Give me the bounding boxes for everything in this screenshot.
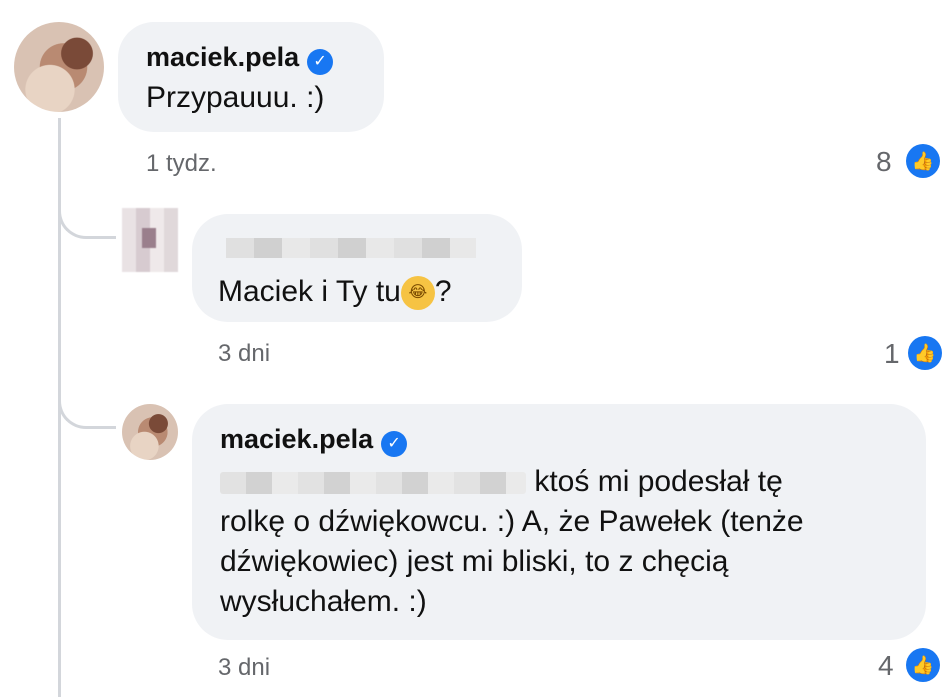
avatar[interactable] xyxy=(122,208,178,272)
thumbs-up-icon[interactable]: 👍 xyxy=(908,336,942,370)
comment-line: ktoś mi podesłał tę xyxy=(534,465,783,498)
comment-author[interactable]: maciek.pela xyxy=(146,42,299,72)
blurred-mention xyxy=(220,472,526,495)
like-count[interactable]: 4 xyxy=(878,650,894,682)
comment-author[interactable]: maciek.pela xyxy=(220,424,373,454)
comment-time[interactable]: 1 tydz. xyxy=(146,150,217,178)
comment-bubble: maciek.pela ✓ ktoś mi podesłał tę rolkę o… xyxy=(192,404,926,640)
thumbs-up-icon[interactable]: 👍 xyxy=(906,648,940,682)
like-count[interactable]: 8 xyxy=(876,146,892,178)
comment-line: wysłuchałem. :) xyxy=(220,585,427,618)
comment-text: Przypauuu. :) xyxy=(146,81,325,114)
face-with-tears-of-joy-icon: 😂 xyxy=(400,276,435,311)
like-count[interactable]: 1 xyxy=(884,338,900,370)
comment-line: dźwiękowiec) jest mi bliski, to z chęcią xyxy=(220,545,729,578)
thumbs-up-icon[interactable]: 👍 xyxy=(906,144,940,178)
comment-time[interactable]: 3 dni xyxy=(218,654,270,682)
comment-bubble: Maciek i Ty tu 😂? xyxy=(192,214,522,322)
comment-author[interactable] xyxy=(226,238,476,258)
avatar[interactable] xyxy=(14,22,104,112)
thread-connector-1 xyxy=(58,200,116,239)
comment-text-suffix: ? xyxy=(434,275,452,308)
comment-text: Maciek i Ty tu 😂? xyxy=(218,272,452,312)
comment-text: ktoś mi podesłał tę rolkę o dźwiękowcu. … xyxy=(220,462,920,622)
verified-badge-icon: ✓ xyxy=(381,430,408,457)
comment-bubble: maciek.pela ✓ Przypauuu. :) xyxy=(118,22,384,132)
comment-text-main: Maciek i Ty tu xyxy=(218,275,401,308)
avatar[interactable] xyxy=(122,404,178,460)
thread-connector-2 xyxy=(58,390,116,429)
comment-line: rolkę o dźwiękowcu. :) A, że Pawełek (te… xyxy=(220,505,804,538)
verified-badge-icon: ✓ xyxy=(307,48,334,75)
comment-time[interactable]: 3 dni xyxy=(218,340,270,368)
